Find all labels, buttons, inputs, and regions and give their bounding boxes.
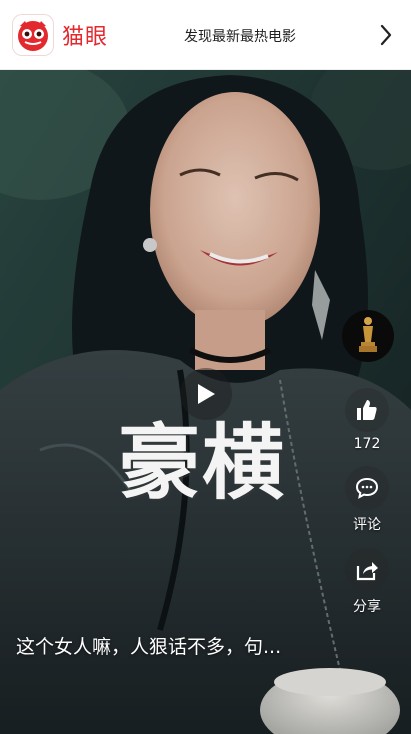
banner-title: 发现最新最热电影 — [184, 29, 296, 45]
comment-button[interactable]: 评论 — [345, 466, 389, 534]
video-player[interactable]: 豪横 172 评论 分享 这个女人嘛，人狠话不多，句... — [0, 70, 411, 734]
app-root: 猫眼 发现最新最热电影 豪横 172 评论 分享 这个女人嘛，人狠话不多，句..… — [0, 0, 411, 734]
share-button[interactable]: 分享 — [345, 548, 389, 616]
cat-eye-logo-icon — [12, 13, 54, 56]
video-caption: 这个女人嘛，人狠话不多，句... — [16, 636, 282, 658]
top-banner[interactable]: 猫眼 发现最新最热电影 — [0, 0, 411, 70]
like-button[interactable]: 172 — [345, 388, 389, 452]
thumb-up-icon — [345, 388, 389, 432]
video-overlay-title: 豪横 — [118, 415, 287, 511]
maoyan-logo: 猫眼 — [12, 11, 122, 59]
comment-label: 评论 — [353, 517, 381, 533]
play-icon — [198, 384, 215, 404]
chevron-right-icon[interactable] — [373, 22, 399, 48]
share-label: 分享 — [353, 599, 381, 615]
oscar-trophy-icon — [358, 317, 377, 352]
logo-text: 猫眼 — [62, 24, 109, 50]
side-actions: 172 评论 分享 — [341, 310, 394, 630]
like-count: 172 — [353, 436, 381, 452]
comment-bubble-icon — [345, 466, 389, 510]
author-avatar[interactable] — [341, 310, 394, 362]
share-icon — [345, 548, 389, 592]
